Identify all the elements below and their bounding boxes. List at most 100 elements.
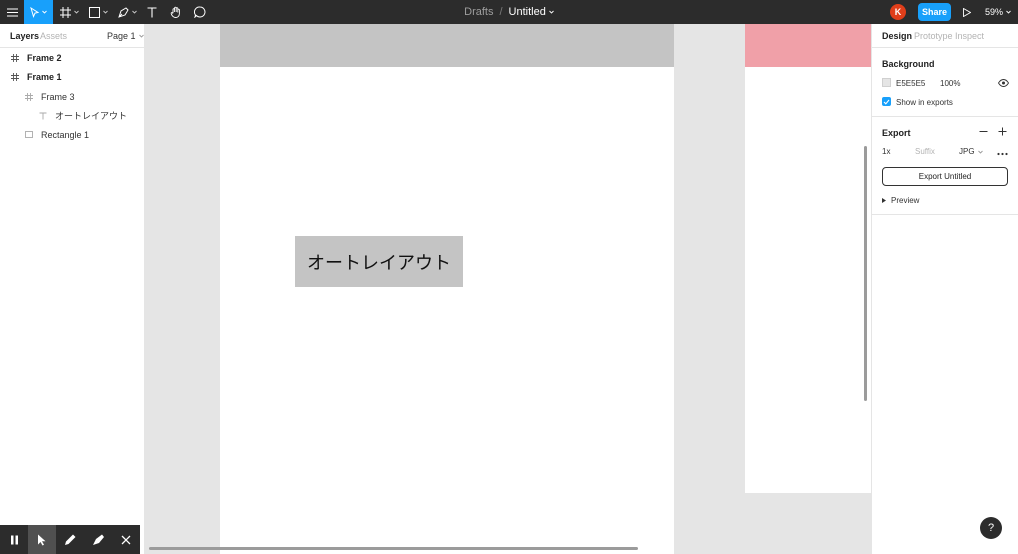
text-layer-icon — [37, 110, 49, 122]
chevron-down-icon — [977, 150, 983, 154]
pause-button[interactable] — [0, 525, 28, 554]
autolayout-frame[interactable]: オートレイアウト — [295, 236, 463, 287]
frame-tool-icon — [60, 6, 71, 18]
present-button[interactable] — [960, 0, 974, 24]
preview-toggle[interactable]: Preview — [882, 196, 919, 205]
chevron-down-icon — [549, 10, 554, 14]
close-icon — [121, 535, 131, 544]
minus-icon — [979, 131, 988, 132]
frame-tool-button[interactable] — [57, 0, 82, 24]
tab-layers[interactable]: Layers — [10, 31, 39, 41]
show-in-exports-checkbox[interactable] — [882, 97, 891, 106]
comment-tool-button[interactable] — [191, 0, 209, 24]
chevron-down-icon — [132, 10, 137, 14]
frame-layer-icon — [9, 71, 21, 83]
help-button[interactable]: ? — [980, 517, 1002, 539]
tab-inspect[interactable]: Inspect — [955, 31, 984, 41]
pen-tool-button[interactable] — [115, 0, 140, 24]
pencil-button[interactable] — [56, 525, 84, 554]
export-button[interactable]: Export Untitled — [882, 167, 1008, 186]
background-opacity[interactable]: 100% — [940, 79, 960, 88]
export-format-value: JPG — [959, 147, 975, 156]
background-section: Background E5E5E5 100% Show in exports — [872, 48, 1018, 117]
design-canvas[interactable]: オートレイアウト — [145, 24, 871, 554]
add-export-button[interactable] — [998, 127, 1007, 139]
export-more-button[interactable] — [997, 147, 1008, 159]
export-format-select[interactable]: JPG — [959, 147, 983, 156]
frame-layer-icon — [23, 91, 35, 103]
tab-prototype[interactable]: Prototype — [914, 31, 953, 41]
pencil-icon — [65, 534, 76, 545]
horizontal-scrollbar[interactable] — [149, 547, 638, 550]
pen-tool-icon — [118, 6, 129, 18]
shape-tool-button[interactable] — [86, 0, 111, 24]
triangle-right-icon — [882, 198, 886, 203]
layer-frame-3[interactable]: Frame 3 — [0, 87, 145, 106]
move-tool-button[interactable] — [24, 0, 53, 24]
more-icon — [997, 152, 1008, 156]
frame-3-gray-band[interactable] — [220, 24, 674, 67]
layer-name: Frame 1 — [27, 71, 62, 82]
breadcrumb-drafts[interactable]: Drafts — [464, 6, 493, 18]
show-in-exports-label: Show in exports — [896, 98, 953, 107]
tab-assets[interactable]: Assets — [40, 31, 67, 41]
shape-tool-icon — [89, 6, 100, 18]
text-tool-button[interactable] — [143, 0, 161, 24]
user-avatar[interactable]: K — [890, 4, 906, 20]
right-panel-tabs: Design Prototype Inspect — [872, 24, 1018, 48]
play-icon — [963, 7, 971, 17]
layer-rectangle-1[interactable]: Rectangle 1 — [0, 125, 145, 144]
checkmark-icon — [883, 99, 890, 105]
rectangle-1-pink[interactable] — [745, 24, 871, 67]
background-color-swatch[interactable] — [882, 78, 891, 87]
remove-export-button[interactable] — [979, 127, 988, 139]
share-button[interactable]: Share — [918, 3, 951, 21]
cursor-icon — [38, 534, 46, 545]
text-tool-icon — [147, 6, 157, 17]
autolayout-text[interactable]: オートレイアウト — [307, 249, 451, 275]
comment-tool-icon — [194, 6, 206, 18]
rectangle-layer-icon — [23, 129, 35, 141]
layer-text-autolayout[interactable]: オートレイアウト — [0, 106, 145, 125]
layer-name: オートレイアウト — [55, 111, 128, 121]
close-annotation-button[interactable] — [112, 525, 140, 554]
highlighter-button[interactable] — [84, 525, 112, 554]
breadcrumb-separator: / — [499, 6, 503, 18]
background-title: Background — [882, 59, 935, 69]
plus-icon — [998, 127, 1007, 136]
export-title: Export — [882, 128, 911, 138]
chevron-down-icon — [138, 34, 144, 38]
chevron-down-icon — [42, 10, 47, 14]
background-hex[interactable]: E5E5E5 — [896, 79, 925, 88]
left-panel-tabs: Layers Assets Page 1 — [0, 24, 145, 48]
layer-frame-2[interactable]: Frame 2 — [0, 48, 145, 67]
chevron-down-icon — [74, 10, 79, 14]
hand-tool-button[interactable] — [167, 0, 185, 24]
frame-1[interactable]: オートレイアウト — [220, 24, 674, 554]
file-name-label: Untitled — [508, 6, 546, 18]
frame-layer-icon — [9, 52, 21, 64]
layer-name: Frame 2 — [27, 52, 62, 63]
layer-frame-1[interactable]: Frame 1 — [0, 67, 145, 86]
pointer-button[interactable] — [28, 525, 56, 554]
menu-icon — [6, 8, 18, 16]
preview-label: Preview — [891, 196, 920, 205]
hand-tool-icon — [170, 6, 180, 18]
layers-panel: Layers Assets Page 1 Frame 2 Frame 1 Fra… — [0, 24, 145, 554]
frame-2[interactable] — [745, 24, 871, 493]
file-name[interactable]: Untitled — [509, 6, 554, 18]
export-suffix-input[interactable]: Suffix — [915, 147, 935, 156]
top-toolbar: Drafts / Untitled K Share 59% — [0, 0, 1018, 24]
vertical-scrollbar[interactable] — [864, 146, 867, 401]
figma-app: Drafts / Untitled K Share 59% Layers Ass… — [0, 0, 1018, 554]
page-selector[interactable]: Page 1 — [107, 31, 144, 41]
chevron-down-icon — [1006, 10, 1011, 14]
eye-icon — [997, 79, 1010, 87]
visibility-toggle[interactable] — [997, 78, 1010, 90]
zoom-control[interactable]: 59% — [985, 0, 1011, 24]
page-selector-label: Page 1 — [107, 31, 136, 41]
export-scale[interactable]: 1x — [882, 147, 890, 156]
zoom-level: 59% — [985, 7, 1004, 17]
menu-button[interactable] — [0, 0, 24, 24]
tab-design[interactable]: Design — [882, 31, 912, 41]
